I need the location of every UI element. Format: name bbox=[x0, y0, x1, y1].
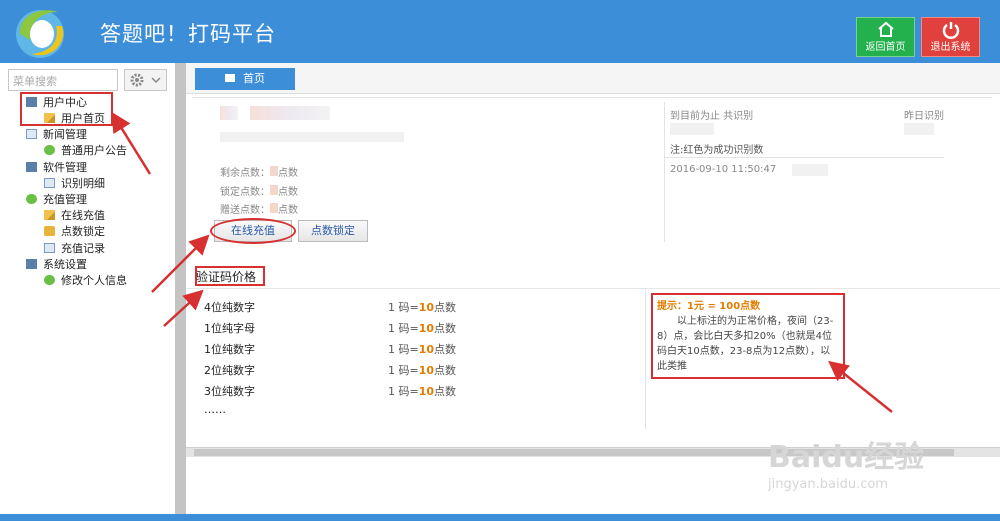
check-icon bbox=[26, 194, 37, 204]
stats-divider bbox=[664, 157, 944, 158]
success-note: 注:红色为成功识别数 bbox=[670, 145, 764, 156]
monitor-icon bbox=[26, 162, 37, 172]
annotation-box-user-center bbox=[20, 92, 113, 126]
sidebar-item-recharge-management[interactable]: 充值管理 bbox=[26, 192, 87, 207]
top-header: 答题吧！打码平台 返回首页 退出系统 bbox=[0, 0, 1000, 63]
price-row-value: 1 码=10点数 bbox=[388, 322, 457, 335]
annotation-box-price-title bbox=[195, 266, 265, 286]
document-icon bbox=[26, 129, 37, 139]
document-icon bbox=[44, 178, 55, 188]
points-lock-button[interactable]: 点数锁定 bbox=[298, 220, 368, 242]
price-row-value: 1 码=10点数 bbox=[388, 385, 457, 398]
menu-search-input[interactable]: 菜单搜索 bbox=[8, 69, 118, 91]
home-button[interactable]: 返回首页 bbox=[856, 17, 915, 57]
blurred-total bbox=[670, 123, 714, 135]
blurred-info bbox=[220, 132, 404, 142]
sidebar-divider[interactable] bbox=[175, 63, 186, 521]
home-icon bbox=[878, 21, 894, 37]
price-row-type: 2位纯数字 bbox=[204, 364, 255, 377]
price-tip-box: 提示：1元 = 100点数 以上标注的为正常价格，夜间（23-8）点，会比白天多… bbox=[651, 293, 845, 379]
annotation-oval-recharge bbox=[210, 218, 296, 244]
bottom-bar bbox=[0, 514, 1000, 521]
locked-points-line: 锁定点数： 点数 bbox=[220, 185, 298, 198]
account-panel: 剩余点数： 点数 锁定点数： 点数 赠送点数： 点数 在线充值 点数锁定 到目前为止 … bbox=[192, 97, 992, 275]
monitor-icon bbox=[26, 259, 37, 269]
tab-home[interactable]: 首页 bbox=[195, 68, 295, 90]
sidebar-item-online-recharge[interactable]: 在线充值 bbox=[44, 208, 105, 223]
watermark-url: jingyan.baidu.com bbox=[768, 477, 888, 492]
document-icon bbox=[44, 243, 55, 253]
home-button-label: 返回首页 bbox=[865, 42, 906, 53]
panel-divider bbox=[664, 102, 665, 242]
sidebar-item-news[interactable]: 新闻管理 bbox=[26, 127, 87, 142]
price-row-type: 3位纯数字 bbox=[204, 385, 255, 398]
price-row-value: 1 码=10点数 bbox=[388, 364, 457, 377]
price-row-value: 1 码=10点数 bbox=[388, 343, 457, 356]
sidebar-item-recharge-record[interactable]: 充值记录 bbox=[44, 241, 105, 256]
tip-head: 提示：1元 = 100点数 bbox=[657, 301, 761, 312]
book-icon bbox=[225, 74, 235, 82]
sidebar-item-system-settings[interactable]: 系统设置 bbox=[26, 257, 87, 272]
app-logo-icon bbox=[16, 10, 64, 58]
lock-icon bbox=[44, 226, 55, 236]
sidebar-item-user-notice[interactable]: 普通用户公告 bbox=[44, 143, 127, 158]
tab-bar: 首页 bbox=[186, 63, 1000, 94]
price-more: …… bbox=[204, 403, 226, 416]
blurred-username bbox=[250, 106, 330, 120]
blurred-avatar bbox=[220, 106, 238, 120]
check-icon bbox=[44, 145, 55, 155]
logout-button-label: 退出系统 bbox=[930, 42, 971, 53]
price-row-value: 1 码=10点数 bbox=[388, 301, 457, 314]
price-divider bbox=[645, 289, 646, 429]
gear-icon bbox=[130, 73, 161, 87]
gift-points-line: 赠送点数： 点数 bbox=[220, 203, 298, 216]
total-recognition-label: 到目前为止 共识别 bbox=[670, 111, 754, 122]
section-divider bbox=[186, 288, 1000, 289]
stats-timestamp: 2016-09-10 11:50:47 bbox=[670, 164, 777, 175]
sidebar-item-points-lock[interactable]: 点数锁定 bbox=[44, 224, 105, 239]
pencil-icon bbox=[44, 210, 55, 220]
price-row-type: 1位纯数字 bbox=[204, 343, 255, 356]
blurred-yesterday bbox=[904, 123, 934, 135]
price-row-type: 1位纯字母 bbox=[204, 322, 255, 335]
app-title: 答题吧！打码平台 bbox=[100, 22, 276, 46]
sidebar-item-software[interactable]: 软件管理 bbox=[26, 160, 87, 175]
watermark-logo: Baidu经验 bbox=[768, 440, 925, 475]
sidebar: 菜单搜索 用户中心 用户首页 新闻管理 普通用户公告 软件管理 识别明细 充值管… bbox=[0, 63, 175, 521]
sidebar-item-edit-profile[interactable]: 修改个人信息 bbox=[44, 273, 127, 288]
check-icon bbox=[44, 275, 55, 285]
remain-points-line: 剩余点数： 点数 bbox=[220, 166, 298, 179]
power-icon bbox=[942, 22, 960, 39]
settings-dropdown[interactable] bbox=[124, 69, 167, 91]
sidebar-item-recognition-detail[interactable]: 识别明细 bbox=[44, 176, 105, 191]
price-row-type: 4位纯数字 bbox=[204, 301, 255, 314]
tip-body: 以上标注的为正常价格，夜间（23-8）点，会比白天多扣20%（也就是4位码白天1… bbox=[657, 316, 834, 372]
blurred-count bbox=[792, 164, 828, 176]
yesterday-recognition-label: 昨日识别 bbox=[904, 111, 944, 122]
logout-button[interactable]: 退出系统 bbox=[921, 17, 980, 57]
